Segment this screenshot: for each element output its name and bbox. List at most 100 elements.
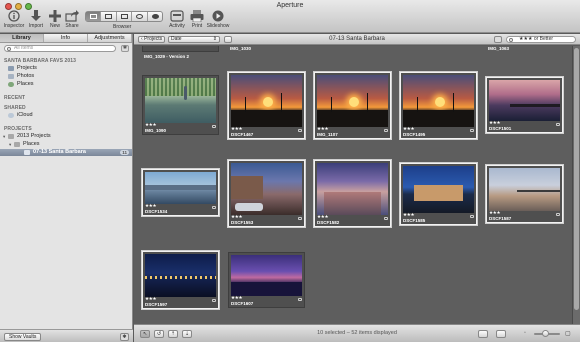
adjusted-badge-icon — [384, 129, 388, 132]
tab-adjustments[interactable]: Adjustments — [88, 34, 132, 42]
viewer-button[interactable] — [117, 12, 133, 21]
photo-thumbnail[interactable]: ★★★ — [142, 46, 219, 52]
play-icon — [211, 10, 225, 22]
sidebar-item-places-folder[interactable]: ▾ Places — [0, 141, 132, 148]
share-icon — [65, 10, 79, 22]
faces-view-button[interactable] — [148, 12, 162, 21]
photo-caption: IMG_1090 — [145, 128, 167, 133]
view-mode-switch — [85, 11, 163, 22]
photo-thumbnail[interactable]: ★★★ DSCF1495 — [400, 72, 477, 139]
faces-icon — [151, 14, 159, 19]
vault-action-button[interactable]: ✱ — [120, 333, 129, 341]
photos-icon — [8, 74, 14, 79]
sidebar-footer: Show Vaults ✱ — [0, 329, 133, 342]
selection-status: 10 selected – 52 items displayed — [317, 330, 397, 336]
sidebar-item-2013-projects[interactable]: ▾ 2013 Projects — [0, 133, 132, 140]
library-action-button[interactable]: ✱ — [121, 45, 129, 52]
photo-caption: DSCF1495 — [403, 132, 426, 137]
photo-thumbnail[interactable]: ★★★ DSCF1553 — [228, 160, 305, 227]
library-header: SANTA BARBARA FAVS 2013 — [4, 58, 77, 64]
adjusted-badge-icon — [212, 125, 216, 128]
photo-thumbnail[interactable]: ★★★ DSCF1607 — [228, 252, 305, 308]
projects-header: PROJECTS — [4, 126, 32, 132]
photo-thumbnail[interactable]: ★★★ DSCF1534 — [142, 169, 219, 216]
adjusted-badge-icon — [470, 215, 474, 218]
photo-thumbnail[interactable]: ★★★ DSCF1501 — [486, 77, 563, 133]
cloud-icon — [8, 113, 14, 118]
fullscreen-button[interactable] — [496, 330, 506, 338]
photo-image — [489, 168, 560, 211]
photo-image — [489, 80, 560, 121]
photo-image — [231, 75, 302, 127]
photo-thumbnail[interactable]: ★★★ DSCF1467 — [228, 72, 305, 139]
photo-thumbnail[interactable]: ★★★ DSCF1582 — [314, 160, 391, 227]
gear-icon: ✱ — [122, 45, 128, 51]
photo-image — [403, 75, 474, 127]
show-vaults-button[interactable]: Show Vaults — [4, 333, 42, 341]
adjusted-badge-icon — [384, 217, 388, 220]
photo-image — [145, 254, 216, 297]
split-view-button[interactable] — [101, 12, 117, 21]
adjusted-badge-icon — [298, 298, 302, 301]
toolbar: Aperture Inspector Import New Share Brow… — [0, 0, 580, 33]
browser-options-button[interactable] — [494, 36, 502, 43]
grid-view-icon — [90, 14, 97, 19]
activity-icon — [170, 10, 184, 22]
sidebar-item-photos[interactable]: Photos — [0, 73, 132, 80]
printer-icon — [190, 10, 204, 23]
tab-info[interactable]: Info — [44, 34, 88, 42]
photo-caption: DSCF1587 — [489, 216, 512, 221]
photo-image — [403, 166, 474, 213]
photo-image — [231, 163, 302, 215]
search-icon — [7, 47, 11, 51]
places-icon — [8, 82, 14, 87]
grid-view-button[interactable] — [86, 12, 102, 21]
tab-library[interactable]: Library — [0, 34, 44, 42]
search-icon — [509, 38, 513, 42]
sidebar-item-santa-barbara[interactable]: 07-13 Santa Barbara 11 — [0, 149, 132, 156]
filmstrip-button[interactable] — [478, 330, 488, 338]
adjusted-badge-icon — [298, 217, 302, 220]
thumbnail-size-knob[interactable] — [542, 330, 549, 337]
viewer-icon — [120, 14, 128, 19]
disclosure-triangle-icon: ▾ — [9, 142, 12, 147]
projects-icon — [8, 66, 14, 71]
adjusted-badge-icon — [212, 206, 216, 209]
disclosure-triangle-icon: ▾ — [3, 134, 6, 139]
gear-icon: ✱ — [122, 334, 127, 340]
browser-footer: ↖ ↺ ⇡ ⇣ 10 selected – 52 items displayed… — [134, 324, 580, 342]
adjusted-badge-icon — [556, 123, 560, 126]
photo-thumbnail[interactable]: ★★★ DSCF1597 — [142, 251, 219, 309]
slideshow-button[interactable]: Slideshow — [205, 10, 231, 32]
photo-image — [317, 163, 388, 215]
photo-thumbnail[interactable]: ★★★ DSCF1587 — [486, 165, 563, 223]
photo-caption: DSCF1585 — [403, 218, 426, 223]
browser-scrollbar[interactable] — [572, 46, 580, 324]
photo-caption: DSCF1553 — [231, 220, 254, 225]
sidebar-item-icloud[interactable]: iCloud — [0, 112, 132, 119]
sidebar-item-projects[interactable]: Projects — [0, 65, 132, 72]
photo-caption: IMG_1107 — [317, 132, 338, 137]
photo-image — [231, 255, 302, 296]
browser-header: ‹ Projects Date ⇕ 07-13 Santa Barbara ★★… — [134, 34, 580, 45]
rating-filter-field[interactable]: ★★★ or Better — [506, 36, 576, 43]
scroll-thumb[interactable] — [574, 48, 579, 310]
folder-icon — [8, 134, 14, 139]
photo-caption: DSCF1597 — [145, 302, 168, 307]
share-button[interactable]: Share — [59, 10, 85, 32]
map-view-button[interactable] — [132, 12, 148, 21]
map-icon — [136, 14, 144, 19]
photo-thumbnail[interactable]: ★★★ IMG_1107 — [314, 72, 391, 139]
photo-thumbnail[interactable]: ★★★ DSCF1585 — [400, 163, 477, 225]
photo-thumbnail[interactable]: ★★★ IMG_1090 — [142, 75, 219, 135]
project-icon — [24, 150, 30, 155]
sidebar-item-places[interactable]: Places — [0, 81, 132, 88]
library-search-field[interactable]: All Items — [4, 45, 116, 52]
photo-browser-grid[interactable]: ★★★ IMG_1029 - Version 2 IMG_1030 IMG_1063 ★… — [134, 46, 572, 324]
adjusted-badge-icon — [556, 213, 560, 216]
photo-image — [145, 78, 216, 123]
library-sidebar: Library Info Adjustments All Items ✱ SAN… — [0, 34, 133, 342]
inspector-icon — [7, 10, 21, 22]
search-placeholder: All Items — [14, 45, 34, 51]
photo-caption: IMG_1063 — [488, 46, 510, 51]
